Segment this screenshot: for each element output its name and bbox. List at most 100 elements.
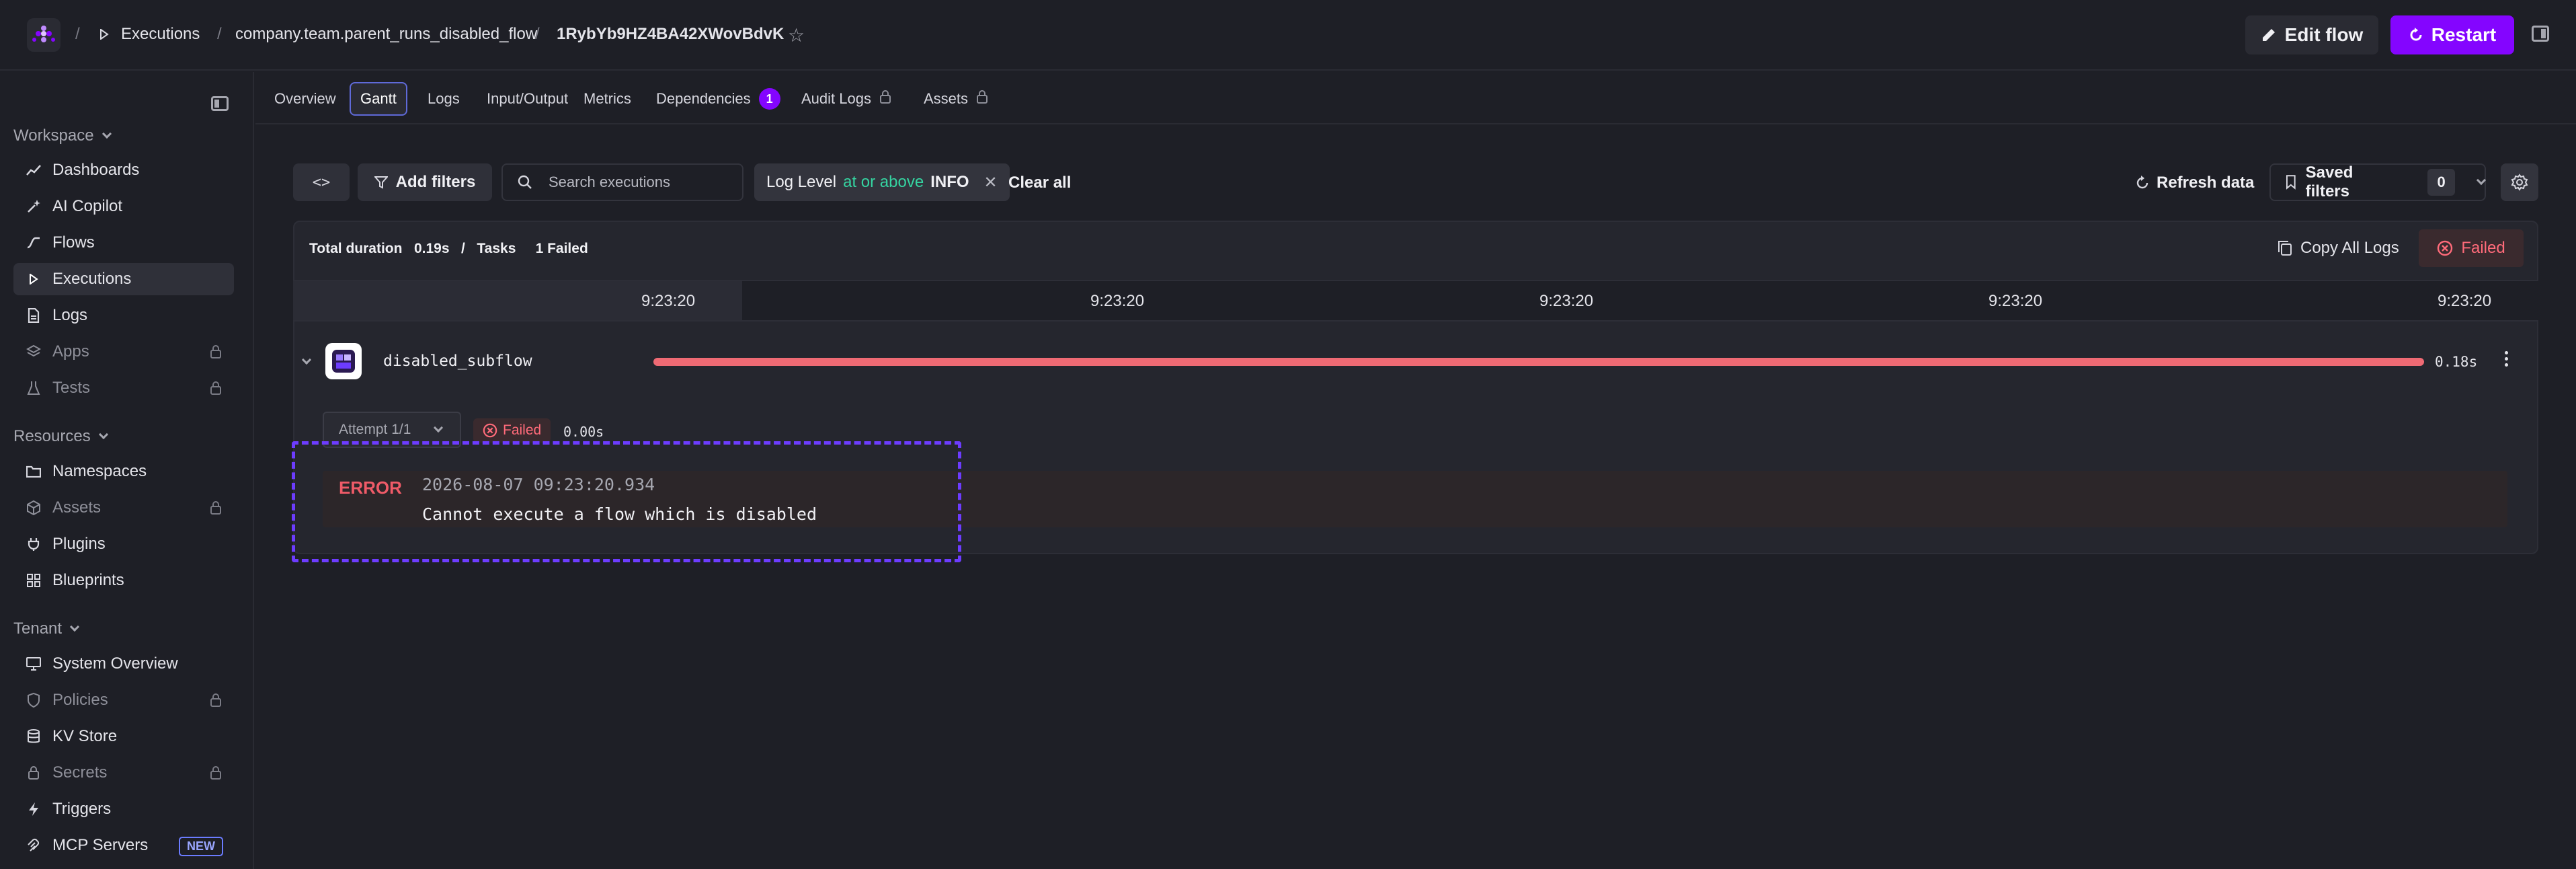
restart-label: Restart <box>2431 24 2497 45</box>
tab-input-output[interactable]: Input/Output <box>477 82 577 116</box>
log-level-operator: at or above <box>843 173 924 191</box>
tab-metrics[interactable]: Metrics <box>574 82 641 116</box>
sidebar-item-mcp-servers[interactable]: MCP Servers NEW <box>13 829 234 862</box>
attempt-status-label: Failed <box>503 422 542 438</box>
code-icon: <> <box>312 174 331 191</box>
clear-all-button[interactable]: Clear all <box>1008 174 1071 192</box>
tab-gantt[interactable]: Gantt <box>350 82 407 116</box>
gear-icon <box>2511 174 2528 191</box>
chevron-down-icon <box>2477 175 2487 186</box>
play-icon <box>100 29 109 40</box>
chevron-down-icon <box>434 422 444 433</box>
sidebar-item-namespaces[interactable]: Namespaces <box>13 455 234 488</box>
tab-overview[interactable]: Overview <box>265 82 346 116</box>
layers-icon <box>26 344 42 360</box>
tab-dependencies[interactable]: Dependencies 1 <box>647 82 790 116</box>
attempt-label: Attempt 1/1 <box>339 422 411 437</box>
shield-icon <box>26 692 42 708</box>
tab-assets[interactable]: Assets <box>914 82 998 116</box>
copy-all-logs-button[interactable]: Copy All Logs <box>2278 239 2399 258</box>
sidebar-item-label: MCP Servers <box>52 836 149 854</box>
task-name[interactable]: disabled_subflow <box>383 352 532 370</box>
lock-icon <box>210 765 222 785</box>
sidebar-item-apps[interactable]: Apps <box>13 336 234 368</box>
sidebar-collapse-icon[interactable] <box>211 96 229 111</box>
code-view-button[interactable]: <> <box>293 163 350 201</box>
flask-icon <box>26 380 42 396</box>
sidebar-item-label: KV Store <box>52 727 118 745</box>
failed-summary: 1 Failed <box>535 241 588 256</box>
sidebar-item-ai-copilot[interactable]: AI Copilot <box>13 190 234 223</box>
edit-flow-button[interactable]: Edit flow <box>2245 15 2378 54</box>
filter-icon <box>374 176 388 189</box>
failed-icon <box>483 423 497 438</box>
tab-audit-logs[interactable]: Audit Logs <box>792 82 901 116</box>
tab-logs[interactable]: Logs <box>418 82 469 116</box>
sidebar-item-logs[interactable]: Logs <box>13 299 234 332</box>
restart-icon <box>2410 28 2422 41</box>
sidebar-item-tests[interactable]: Tests <box>13 372 234 404</box>
restart-button[interactable]: Restart <box>2390 15 2514 54</box>
sidebar-item-system-overview[interactable]: System Overview <box>13 648 234 680</box>
more-options-icon[interactable] <box>2505 351 2509 369</box>
grid-icon <box>26 572 42 589</box>
sidebar-item-label: Triggers <box>52 800 112 818</box>
section-workspace[interactable]: Workspace <box>13 126 112 145</box>
failed-status-button[interactable]: Failed <box>2419 229 2524 267</box>
lock-icon <box>210 344 222 364</box>
tab-audit-logs-label: Audit Logs <box>801 90 871 107</box>
right-panel-toggle-icon[interactable] <box>2532 26 2549 42</box>
attempt-duration: 0.00s <box>563 424 604 440</box>
search-input[interactable]: Search executions <box>501 163 743 201</box>
sidebar-item-plugins[interactable]: Plugins <box>13 528 234 560</box>
timeline-tick: 9:23:20 <box>1090 292 1145 310</box>
breadcrumb-executions-label: Executions <box>121 25 200 43</box>
sidebar-item-label: Plugins <box>52 535 106 553</box>
log-level-value: INFO <box>930 173 969 191</box>
star-icon[interactable]: ☆ <box>788 24 805 46</box>
breadcrumb-separator: / <box>217 25 222 43</box>
sidebar-item-executions[interactable]: Executions <box>13 263 234 295</box>
execution-tabs: Overview Gantt Logs Input/Output Metrics… <box>255 72 2576 124</box>
log-level-filter-chip[interactable]: Log Level at or above INFO ✕ <box>754 163 1010 201</box>
lock-icon <box>210 381 222 400</box>
sidebar-item-dashboards[interactable]: Dashboards <box>13 154 234 186</box>
sidebar-item-assets[interactable]: Assets <box>13 492 234 524</box>
sidebar: Workspace Dashboards AI Copilot Flows Ex… <box>0 72 254 869</box>
sidebar-item-flows[interactable]: Flows <box>13 227 234 259</box>
breadcrumb-executions[interactable]: Executions <box>99 25 200 44</box>
chevron-down-icon <box>69 621 80 632</box>
highlight-box <box>292 441 961 562</box>
database-icon <box>26 728 42 745</box>
saved-filters-dropdown[interactable]: Saved filters 0 <box>2269 163 2487 201</box>
timeline-tick: 9:23:20 <box>641 292 696 310</box>
section-tenant[interactable]: Tenant <box>13 619 80 638</box>
summary-separator: / <box>461 241 465 256</box>
saved-filters-label: Saved filters <box>2305 163 2353 200</box>
sidebar-item-blueprints[interactable]: Blueprints <box>13 564 234 597</box>
monitor-icon <box>26 656 42 672</box>
refresh-data-button[interactable]: Refresh data <box>2135 174 2254 192</box>
sidebar-item-triggers[interactable]: Triggers <box>13 793 234 825</box>
close-icon[interactable]: ✕ <box>984 173 998 192</box>
total-duration-value: 0.19s <box>413 241 450 256</box>
lock-icon <box>26 765 42 781</box>
sidebar-item-policies[interactable]: Policies <box>13 684 234 716</box>
sidebar-item-label: Logs <box>52 306 88 324</box>
breadcrumb-flow[interactable]: company.team.parent_runs_disabled_flow <box>235 25 537 44</box>
sidebar-item-secrets[interactable]: Secrets <box>13 757 234 789</box>
settings-button[interactable] <box>2501 163 2538 201</box>
folder-icon <box>26 463 42 480</box>
log-level-label: Log Level <box>766 173 837 191</box>
flow-icon <box>26 235 42 251</box>
add-filters-label: Add filters <box>395 173 476 191</box>
refresh-data-label: Refresh data <box>2157 174 2255 192</box>
bookmark-icon <box>2286 175 2296 190</box>
sidebar-item-kv-store[interactable]: KV Store <box>13 720 234 753</box>
subflow-task-icon <box>325 343 362 379</box>
add-filters-button[interactable]: Add filters <box>358 163 492 201</box>
tab-assets-label: Assets <box>924 90 969 107</box>
section-resources[interactable]: Resources <box>13 427 108 446</box>
task-duration-bar[interactable] <box>653 358 2424 366</box>
kestra-logo-icon[interactable] <box>27 18 61 52</box>
